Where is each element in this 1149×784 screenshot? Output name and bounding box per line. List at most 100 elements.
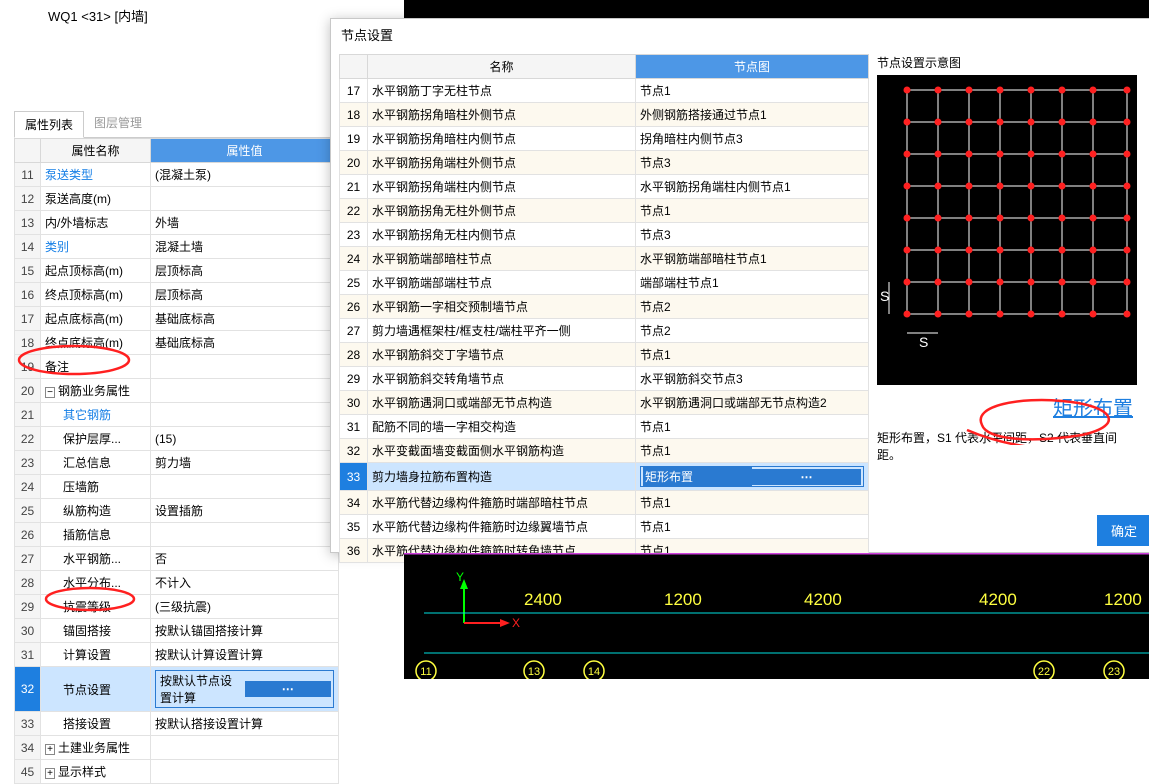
preview-link[interactable]: 矩形布置: [877, 388, 1141, 423]
node-row[interactable]: 18水平钢筋拐角暗柱外侧节点外侧钢筋搭接通过节点1: [340, 103, 869, 127]
node-jdt[interactable]: 水平钢筋遇洞口或端部无节点构造2: [635, 391, 868, 415]
node-jdt[interactable]: 拐角暗柱内侧节点3: [635, 127, 868, 151]
node-row[interactable]: 32水平变截面墙变截面侧水平钢筋构造节点1: [340, 439, 869, 463]
prop-value[interactable]: [151, 403, 339, 427]
node-row[interactable]: 26水平钢筋一字相交预制墙节点节点2: [340, 295, 869, 319]
node-row[interactable]: 35水平筋代替边缘构件箍筋时边缘翼墙节点节点1: [340, 515, 869, 539]
prop-value[interactable]: [151, 187, 339, 211]
node-row[interactable]: 29水平钢筋斜交转角墙节点水平钢筋斜交节点3: [340, 367, 869, 391]
property-row[interactable]: 22保护层厚...(15): [15, 427, 339, 451]
prop-value[interactable]: 外墙: [151, 211, 339, 235]
prop-value[interactable]: [151, 379, 339, 403]
prop-value[interactable]: (15): [151, 427, 339, 451]
node-row[interactable]: 22水平钢筋拐角无柱外侧节点节点1: [340, 199, 869, 223]
property-row[interactable]: 15起点顶标高(m)层顶标高: [15, 259, 339, 283]
prop-value[interactable]: [151, 523, 339, 547]
property-row[interactable]: 30锚固搭接按默认锚固搭接计算: [15, 619, 339, 643]
property-row[interactable]: 21其它钢筋: [15, 403, 339, 427]
node-row-num: 31: [340, 415, 368, 439]
node-jdt[interactable]: 节点1: [635, 415, 868, 439]
property-row[interactable]: 29抗震等级(三级抗震): [15, 595, 339, 619]
node-jdt[interactable]: 节点1: [635, 79, 868, 103]
node-row[interactable]: 17水平钢筋丁字无柱节点节点1: [340, 79, 869, 103]
prop-value[interactable]: 不计入: [151, 571, 339, 595]
node-jdt[interactable]: 节点1: [635, 515, 868, 539]
prop-value[interactable]: 剪力墙: [151, 451, 339, 475]
property-row[interactable]: 13内/外墙标志外墙: [15, 211, 339, 235]
prop-value[interactable]: 设置插筋: [151, 499, 339, 523]
prop-value[interactable]: 基础底标高: [151, 331, 339, 355]
node-row[interactable]: 28水平钢筋斜交丁字墙节点节点1: [340, 343, 869, 367]
property-row[interactable]: 24压墙筋: [15, 475, 339, 499]
prop-name: +显示样式: [41, 760, 151, 784]
prop-name: 汇总信息: [41, 451, 151, 475]
node-row[interactable]: 24水平钢筋端部暗柱节点水平钢筋端部暗柱节点1: [340, 247, 869, 271]
prop-value[interactable]: [151, 355, 339, 379]
node-row[interactable]: 19水平钢筋拐角暗柱内侧节点拐角暗柱内侧节点3: [340, 127, 869, 151]
prop-value[interactable]: 按默认搭接设置计算: [151, 712, 339, 736]
node-jdt[interactable]: 矩形布置⋯: [635, 463, 868, 491]
node-row[interactable]: 20水平钢筋拐角端柱外侧节点节点3: [340, 151, 869, 175]
prop-value[interactable]: 层顶标高: [151, 283, 339, 307]
node-jdt[interactable]: 水平钢筋拐角端柱内侧节点1: [635, 175, 868, 199]
node-jdt[interactable]: 节点1: [635, 491, 868, 515]
node-row[interactable]: 23水平钢筋拐角无柱内侧节点节点3: [340, 223, 869, 247]
property-row[interactable]: 45+显示样式: [15, 760, 339, 784]
prop-value[interactable]: 基础底标高: [151, 307, 339, 331]
node-jdt[interactable]: 节点2: [635, 319, 868, 343]
property-row[interactable]: 14类别混凝土墙: [15, 235, 339, 259]
property-row[interactable]: 17起点底标高(m)基础底标高: [15, 307, 339, 331]
property-row[interactable]: 33搭接设置按默认搭接设置计算: [15, 712, 339, 736]
node-row[interactable]: 33剪力墙身拉筋布置构造矩形布置⋯: [340, 463, 869, 491]
node-jdt[interactable]: 外侧钢筋搭接通过节点1: [635, 103, 868, 127]
cad-viewport[interactable]: Y X 2400 1200 4200 4200 1200 11 13 14 22…: [404, 553, 1149, 679]
property-row[interactable]: 34+土建业务属性: [15, 736, 339, 760]
property-row[interactable]: 19备注: [15, 355, 339, 379]
prop-value[interactable]: 层顶标高: [151, 259, 339, 283]
prop-value[interactable]: [151, 475, 339, 499]
property-row[interactable]: 27水平钢筋...否: [15, 547, 339, 571]
prop-value[interactable]: (混凝土泵): [151, 163, 339, 187]
prop-value[interactable]: 按默认节点设置计算⋯: [151, 667, 339, 712]
property-row[interactable]: 28水平分布...不计入: [15, 571, 339, 595]
node-row[interactable]: 31配筋不同的墙一字相交构造节点1: [340, 415, 869, 439]
prop-value[interactable]: 混凝土墙: [151, 235, 339, 259]
node-jdt[interactable]: 水平钢筋斜交节点3: [635, 367, 868, 391]
property-row[interactable]: 25纵筋构造设置插筋: [15, 499, 339, 523]
tab-property-list[interactable]: 属性列表: [14, 111, 84, 138]
node-jdt[interactable]: 节点1: [635, 439, 868, 463]
node-jdt[interactable]: 节点3: [635, 223, 868, 247]
node-jdt[interactable]: 节点1: [635, 343, 868, 367]
ellipsis-button[interactable]: ⋯: [245, 681, 332, 697]
prop-value[interactable]: 按默认锚固搭接计算: [151, 619, 339, 643]
property-row[interactable]: 31计算设置按默认计算设置计算: [15, 643, 339, 667]
node-row[interactable]: 34水平筋代替边缘构件箍筋时端部暗柱节点节点1: [340, 491, 869, 515]
node-row[interactable]: 25水平钢筋端部端柱节点端部端柱节点1: [340, 271, 869, 295]
property-row[interactable]: 26插筋信息: [15, 523, 339, 547]
property-row[interactable]: 16终点顶标高(m)层顶标高: [15, 283, 339, 307]
property-row[interactable]: 18终点底标高(m)基础底标高: [15, 331, 339, 355]
property-row[interactable]: 20−钢筋业务属性: [15, 379, 339, 403]
prop-value[interactable]: 按默认计算设置计算: [151, 643, 339, 667]
tab-layer-manage[interactable]: 图层管理: [84, 110, 152, 137]
node-row[interactable]: 30水平钢筋遇洞口或端部无节点构造水平钢筋遇洞口或端部无节点构造2: [340, 391, 869, 415]
prop-value[interactable]: (三级抗震): [151, 595, 339, 619]
prop-value[interactable]: [151, 736, 339, 760]
node-jdt[interactable]: 节点2: [635, 295, 868, 319]
node-name: 水平钢筋拐角无柱外侧节点: [368, 199, 636, 223]
prop-value[interactable]: 否: [151, 547, 339, 571]
property-row[interactable]: 12泵送高度(m): [15, 187, 339, 211]
property-row[interactable]: 23汇总信息剪力墙: [15, 451, 339, 475]
ok-button[interactable]: 确定: [1097, 515, 1149, 546]
node-jdt[interactable]: 端部端柱节点1: [635, 271, 868, 295]
prop-value[interactable]: [151, 760, 339, 784]
property-row[interactable]: 11泵送类型(混凝土泵): [15, 163, 339, 187]
node-jdt[interactable]: 水平钢筋端部暗柱节点1: [635, 247, 868, 271]
node-jdt[interactable]: 节点3: [635, 151, 868, 175]
node-row-num: 27: [340, 319, 368, 343]
property-row[interactable]: 32节点设置按默认节点设置计算⋯: [15, 667, 339, 712]
node-row[interactable]: 27剪力墙遇框架柱/框支柱/端柱平齐一侧节点2: [340, 319, 869, 343]
node-row[interactable]: 21水平钢筋拐角端柱内侧节点水平钢筋拐角端柱内侧节点1: [340, 175, 869, 199]
ellipsis-button[interactable]: ⋯: [752, 469, 861, 485]
node-jdt[interactable]: 节点1: [635, 199, 868, 223]
